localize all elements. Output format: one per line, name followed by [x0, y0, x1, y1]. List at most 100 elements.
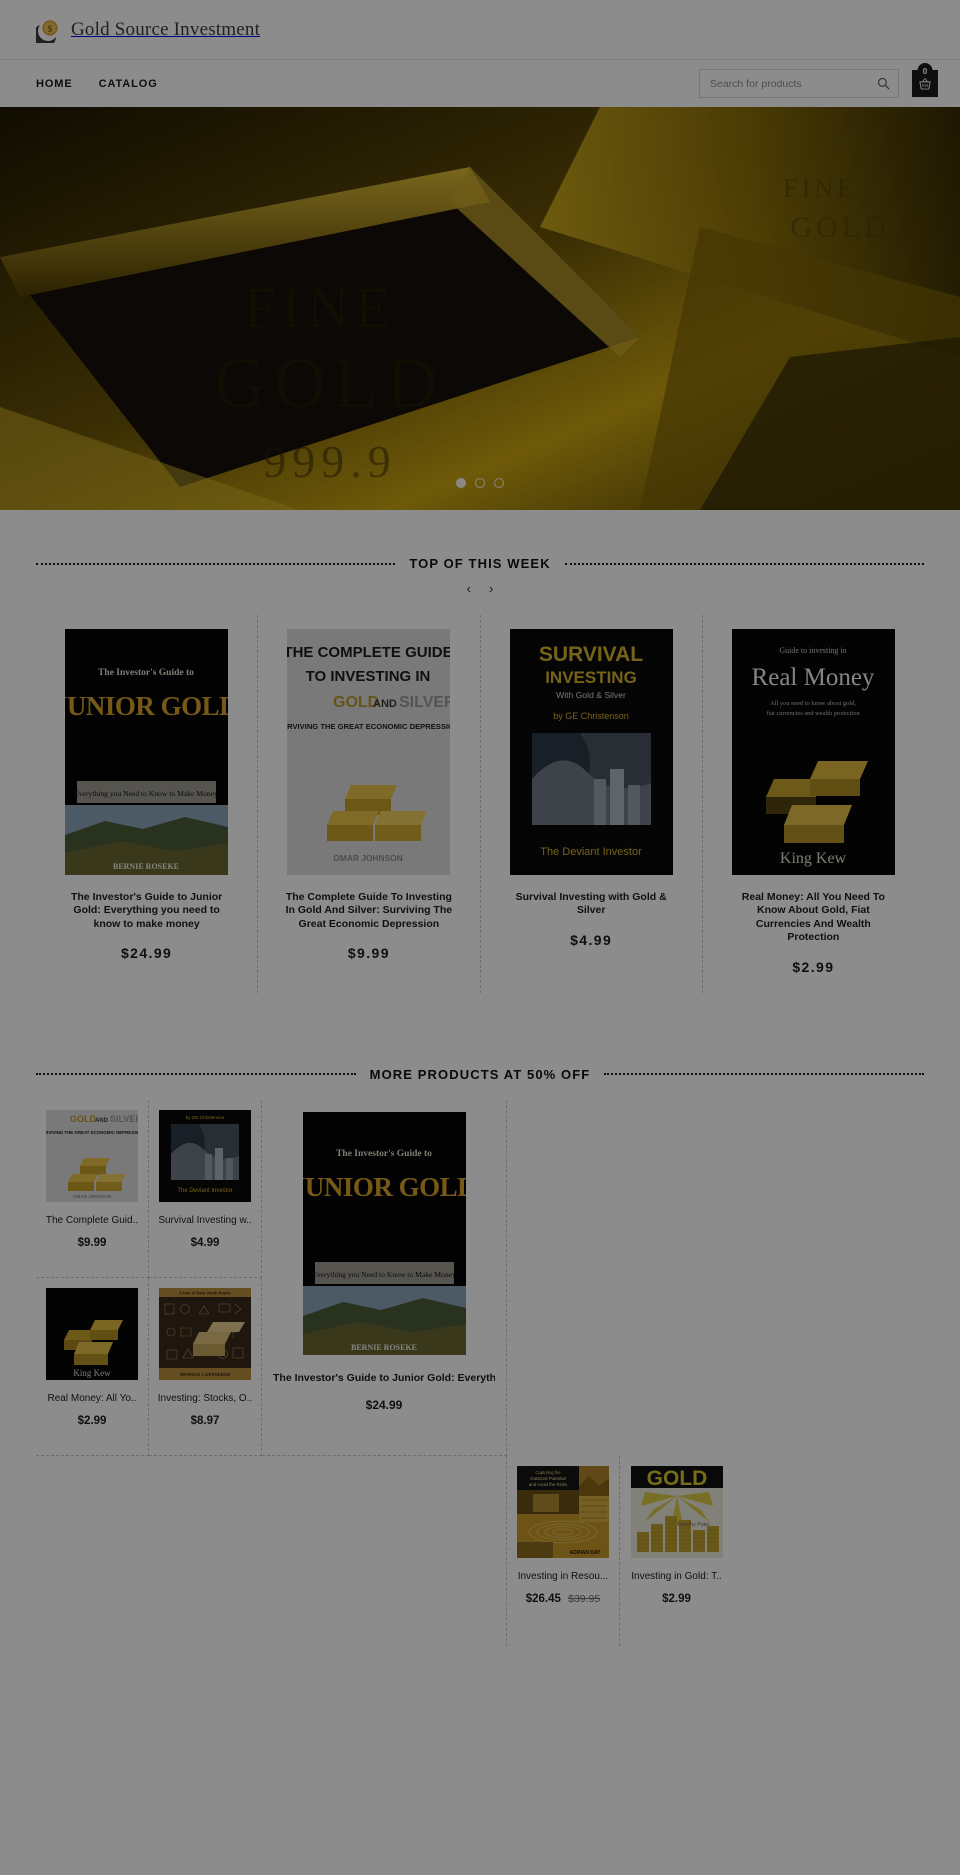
svg-text:A box of best stock books: A box of best stock books	[179, 1290, 232, 1295]
brand-name: Gold Source Investment	[71, 18, 261, 40]
svg-text:BERNIE ROSEKE: BERNIE ROSEKE	[113, 862, 179, 871]
search-box[interactable]	[699, 69, 899, 98]
svg-text:GOLD: GOLD	[70, 1114, 96, 1124]
svg-text:Capturing the: Capturing the	[535, 1470, 561, 1475]
svg-text:The Deviant Investor: The Deviant Investor	[177, 1188, 232, 1194]
cart-count-badge: 0	[917, 63, 933, 78]
divider-left	[36, 1073, 356, 1076]
carousel-dot-2[interactable]	[475, 478, 485, 488]
svg-text:SURVIVING THE GREAT ECONOMIC D: SURVIVING THE GREAT ECONOMIC DEPRESSION	[46, 1130, 138, 1135]
carousel-dot-3[interactable]	[494, 478, 504, 488]
price-current: $8.97	[190, 1414, 220, 1427]
product-card[interactable]: GOLD Timothy Pyke Investing in Gold: T..…	[620, 1456, 733, 1646]
svg-text:GOLD: GOLD	[646, 1467, 707, 1490]
product-cover-real-money[interactable]: Guide to investing in Real Money All you…	[731, 629, 895, 875]
site-logo[interactable]: $ Gold Source Investment	[36, 17, 260, 43]
svg-text:OMAR JOHNSON: OMAR JOHNSON	[334, 853, 403, 863]
grid-empty-cell	[620, 1278, 733, 1456]
product-cover-gold-and-silver[interactable]: THE COMPLETE GUIDE TO INVESTING IN GOLD …	[287, 629, 451, 875]
grid-empty-cell	[620, 1100, 733, 1278]
product-price: $9.99	[347, 945, 390, 962]
price-current: $4.99	[190, 1236, 220, 1249]
svg-text:JUNIOR GOLD: JUNIOR GOLD	[303, 1172, 466, 1202]
search-input[interactable]	[710, 77, 877, 90]
svg-text:Timothy Pyke: Timothy Pyke	[676, 1522, 708, 1528]
svg-text:FINE: FINE	[244, 275, 397, 340]
svg-text:and Avoid the Risks: and Avoid the Risks	[529, 1482, 568, 1487]
svg-text:SILVER: SILVER	[110, 1114, 138, 1124]
product-title: Real Money: All Yo..	[47, 1392, 137, 1404]
featured-product-card[interactable]: The Investor's Guide to JUNIOR GOLD Ever…	[262, 1099, 507, 1456]
product-carousel-arrows: ‹ ›	[0, 582, 960, 595]
svg-text:The Investor's Guide to: The Investor's Guide to	[98, 668, 194, 678]
product-title: Real Money: All You Need To Know About G…	[741, 891, 885, 944]
carousel-next-button[interactable]: ›	[489, 582, 493, 595]
svg-text:SURVIVING THE GREAT ECONOMIC D: SURVIVING THE GREAT ECONOMIC DEPRESSION	[287, 722, 450, 731]
svg-text:SURVIVAL: SURVIVAL	[539, 643, 643, 666]
product-cover-survival-investing[interactable]: SURVIVAL INVESTING With Gold & Silver by…	[509, 629, 673, 875]
grid-empty-cell	[507, 1278, 620, 1456]
price-current: $2.99	[77, 1414, 107, 1427]
product-cover-real-money[interactable]: King Kew	[46, 1287, 138, 1380]
product-title: Investing: Stocks, O..	[157, 1392, 253, 1404]
nav-item-catalog[interactable]: CATALOG	[99, 78, 158, 90]
product-price: $8.97	[191, 1415, 220, 1427]
svg-text:BERNIE ROSEKE: BERNIE ROSEKE	[350, 1343, 416, 1352]
product-title: The Investor's Guide to Junior Gold: Eve…	[273, 1371, 495, 1384]
nav-item-home[interactable]: HOME	[36, 78, 73, 90]
product-price: $24.99	[121, 945, 173, 962]
product-price: $2.99	[662, 1593, 691, 1605]
product-card[interactable]: SURVIVAL INVESTING With Gold & Silver by…	[481, 615, 703, 993]
hero-carousel[interactable]: FINE GOLD 999.9 FINE GOLD	[0, 107, 960, 510]
svg-text:The Deviant Investor: The Deviant Investor	[540, 846, 642, 858]
svg-text:WARRICK LIVERSEDGE: WARRICK LIVERSEDGE	[180, 1372, 231, 1377]
product-card[interactable]: by GE Christenson The Deviant Investor S…	[149, 1099, 262, 1278]
carousel-prev-button[interactable]: ‹	[467, 582, 471, 595]
sale-products-grid: GOLD AND SILVER SURVIVING THE GREAT ECON…	[0, 1099, 960, 1646]
product-cover-investing-resources[interactable]: Capturing the Outsized Potential and Avo…	[517, 1465, 609, 1558]
product-title: The Complete Guide To Investing In Gold …	[285, 891, 453, 930]
product-price: $24.99	[365, 1397, 403, 1412]
section-header-top-week: TOP OF THIS WEEK	[0, 556, 960, 571]
top-products-row: The Investor's Guide to JUNIOR GOLD Ever…	[0, 615, 960, 993]
divider-left	[36, 562, 396, 565]
cart-button[interactable]: 0	[912, 63, 938, 97]
product-price: $4.99	[570, 931, 613, 948]
product-cover-investing-in-gold[interactable]: GOLD Timothy Pyke	[630, 1465, 723, 1558]
product-cover-survival-investing[interactable]: by GE Christenson The Deviant Investor	[159, 1109, 251, 1202]
product-price: $9.99	[78, 1237, 107, 1249]
svg-text:FINE: FINE	[783, 174, 857, 203]
product-title: Investing in Gold: T..	[631, 1570, 722, 1582]
svg-text:Real Money: Real Money	[751, 664, 874, 691]
product-card[interactable]: Guide to investing in Real Money All you…	[703, 615, 924, 993]
divider-right	[604, 1073, 925, 1076]
svg-text:SILVER: SILVER	[399, 694, 450, 711]
svg-text:GOLD: GOLD	[214, 343, 446, 423]
product-card[interactable]: King Kew Real Money: All Yo.. $2.99	[36, 1277, 149, 1456]
product-card[interactable]: THE COMPLETE GUIDE TO INVESTING IN GOLD …	[258, 615, 481, 993]
product-cover-gold-and-silver[interactable]: GOLD AND SILVER SURVIVING THE GREAT ECON…	[46, 1109, 138, 1202]
hero-image-gold-bars: FINE GOLD 999.9 FINE GOLD	[0, 107, 960, 510]
carousel-dots[interactable]	[456, 478, 504, 488]
grid-empty-cell	[36, 1456, 262, 1646]
price-current: $9.99	[77, 1236, 107, 1249]
svg-text:999.9: 999.9	[263, 436, 397, 487]
product-price: $4.99	[191, 1237, 220, 1249]
price-current: $26.45	[525, 1592, 561, 1605]
svg-text:Guide to investing in: Guide to investing in	[779, 646, 846, 655]
search-icon[interactable]	[877, 77, 890, 90]
product-cover-junior-gold[interactable]: The Investor's Guide to JUNIOR GOLD Ever…	[302, 1111, 466, 1355]
site-header: $ Gold Source Investment	[0, 0, 960, 60]
svg-text:INVESTING: INVESTING	[545, 668, 637, 687]
price-original: $39.95	[568, 1592, 601, 1605]
product-cover-investing-stocks[interactable]: A box of best stock books WARRICK LIVERS…	[159, 1287, 251, 1380]
product-cover-junior-gold[interactable]: The Investor's Guide to JUNIOR GOLD Ever…	[65, 629, 229, 875]
navbar-right: 0	[699, 63, 938, 98]
product-card[interactable]: Capturing the Outsized Potential and Avo…	[507, 1455, 620, 1646]
product-card[interactable]: A box of best stock books WARRICK LIVERS…	[149, 1277, 262, 1456]
product-price: $2.99	[78, 1415, 107, 1427]
product-card[interactable]: The Investor's Guide to JUNIOR GOLD Ever…	[36, 615, 259, 993]
carousel-dot-1[interactable]	[456, 478, 466, 488]
svg-text:OMAR JOHNSON: OMAR JOHNSON	[73, 1194, 112, 1199]
product-card[interactable]: GOLD AND SILVER SURVIVING THE GREAT ECON…	[36, 1099, 149, 1278]
